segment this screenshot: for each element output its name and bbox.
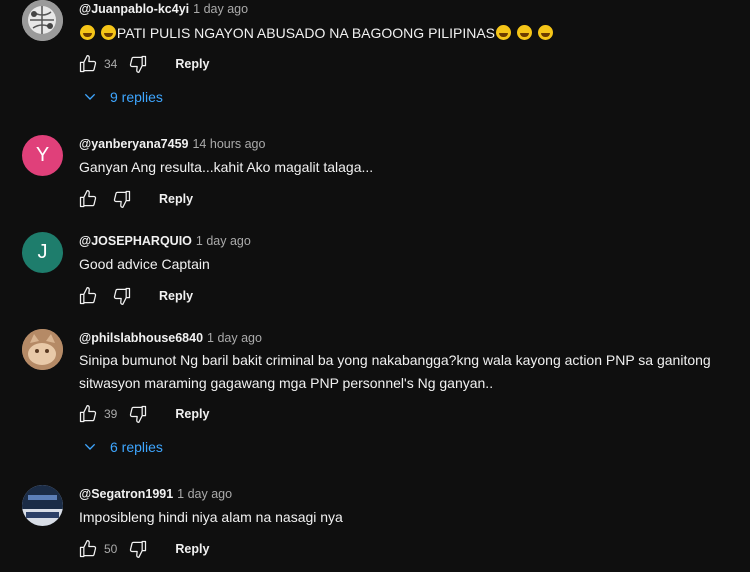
reply-button[interactable]: Reply [159,289,193,303]
comment-text-line: sitwasyon maraming gagawang mga PNP pers… [79,375,494,391]
view-replies-button[interactable]: 9 replies [82,89,163,105]
reply-button[interactable]: Reply [175,407,209,421]
dislike-button[interactable] [127,538,149,560]
like-count: 50 [104,542,118,556]
globe-photo-icon [22,0,63,41]
avatar[interactable] [22,485,63,526]
dislike-button[interactable] [127,53,149,75]
comment-header: @Segatron1991 1 day ago [79,487,232,501]
chevron-down-icon [82,439,98,455]
like-button[interactable] [77,53,99,75]
reply-button[interactable]: Reply [159,192,193,206]
thumbs-up-icon [78,189,98,209]
dislike-button[interactable] [111,285,133,307]
comment-text: Good advice Captain [79,256,210,272]
comment-actions: 34 Reply [77,53,209,75]
timestamp[interactable]: 1 day ago [193,2,248,16]
comment-actions: Reply [77,285,193,307]
dislike-button[interactable] [111,188,133,210]
replies-label: 9 replies [110,89,163,105]
author-name[interactable]: @Segatron1991 [79,487,173,501]
like-button[interactable] [77,188,99,210]
dislike-button[interactable] [127,403,149,425]
comment-text-line: Sinipa bumunot Ng baril bakit criminal b… [79,352,711,368]
thumbs-down-icon [112,286,132,306]
avatar[interactable] [22,0,63,41]
thumbs-up-icon [78,404,98,424]
laughing-emoji-icon [516,25,532,40]
like-button[interactable] [77,538,99,560]
comment-actions: 39 Reply [77,403,209,425]
comment-header: @JOSEPHARQUIO 1 day ago [79,234,251,248]
thumbs-up-icon [78,286,98,306]
avatar[interactable]: J [22,232,63,273]
view-replies-button[interactable]: 6 replies [82,439,163,455]
cat-photo-icon [22,329,63,370]
thumbs-down-icon [128,404,148,424]
laughing-emoji-icon [537,25,553,40]
comment-actions: 50 Reply [77,538,209,560]
thumbs-down-icon [112,189,132,209]
author-name[interactable]: @yanberyana7459 [79,137,188,151]
comment-body: PATI PULIS NGAYON ABUSADO NA BAGOONG PIL… [116,25,495,41]
laughing-emoji-icon [496,25,511,40]
comment-header: @yanberyana7459 14 hours ago [79,137,265,151]
comment-text: Sinipa bumunot Ng baril bakit criminal b… [79,349,739,395]
comment-header: @philslabhouse6840 1 day ago [79,331,262,345]
thumbs-down-icon [128,54,148,74]
comment-header: @Juanpablo-kc4yi 1 day ago [79,2,248,16]
comment-text: Ganyan Ang resulta...kahit Ako magalit t… [79,159,374,175]
timestamp[interactable]: 1 day ago [207,331,262,345]
author-name[interactable]: @Juanpablo-kc4yi [79,2,189,16]
author-name[interactable]: @JOSEPHARQUIO [79,234,192,248]
avatar[interactable] [22,329,63,370]
reply-button[interactable]: Reply [175,542,209,556]
avatar[interactable]: Y [22,135,63,176]
timestamp[interactable]: 1 day ago [196,234,251,248]
author-name[interactable]: @philslabhouse6840 [79,331,203,345]
like-button[interactable] [77,403,99,425]
thumbs-up-icon [78,539,98,559]
like-button[interactable] [77,285,99,307]
replies-label: 6 replies [110,439,163,455]
like-count: 34 [104,57,118,71]
avatar-letter: Y [35,144,50,166]
comment-actions: Reply [77,188,193,210]
timestamp[interactable]: 14 hours ago [192,137,265,151]
reply-button[interactable]: Reply [175,57,209,71]
laughing-emoji-icon [100,25,116,40]
laughing-emoji-icon [80,25,95,40]
thumbs-up-icon [78,54,98,74]
logo-photo-icon [22,485,63,526]
comment-text: PATI PULIS NGAYON ABUSADO NA BAGOONG PIL… [79,22,739,45]
like-count: 39 [104,407,118,421]
timestamp[interactable]: 1 day ago [177,487,232,501]
comment-text: Imposibleng hindi niya alam na nasagi ny… [79,509,343,525]
thumbs-down-icon [128,539,148,559]
chevron-down-icon [82,89,98,105]
avatar-letter: J [37,241,48,263]
